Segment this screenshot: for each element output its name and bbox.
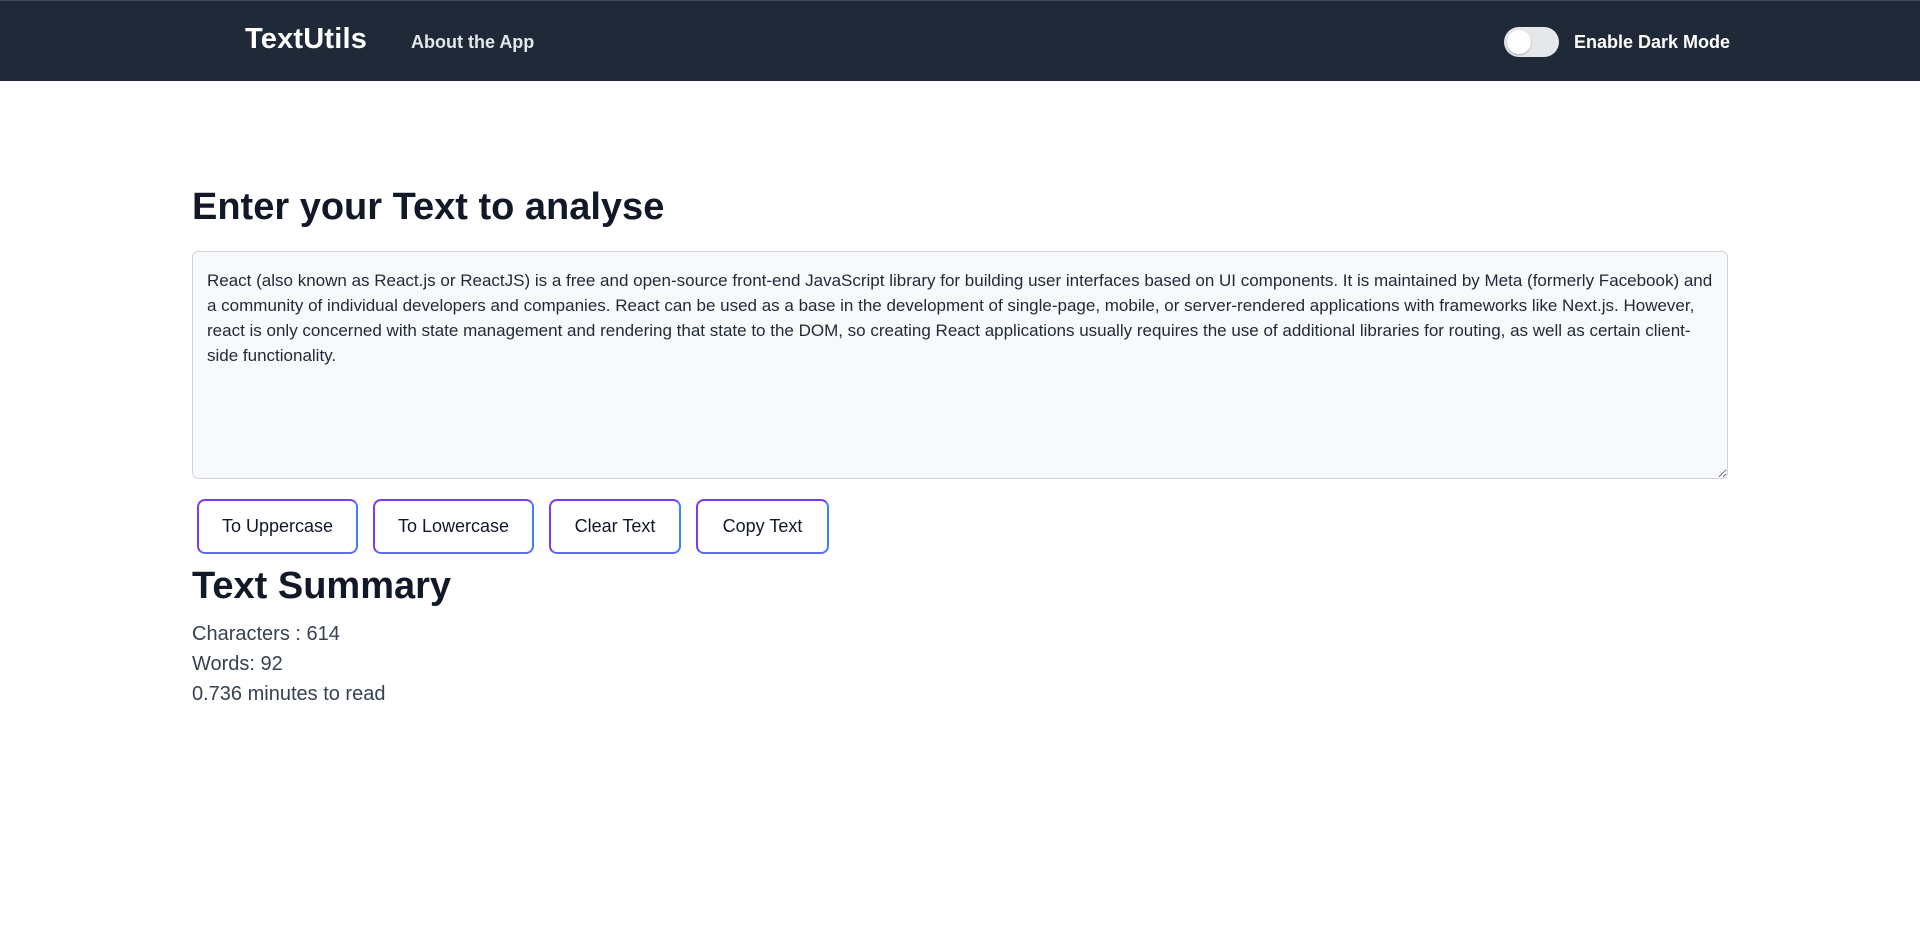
character-count: Characters : 614 (192, 623, 340, 645)
clear-text-button[interactable]: Clear Text (549, 499, 681, 554)
summary-heading: Text Summary (192, 565, 452, 607)
to-lowercase-button[interactable]: To Lowercase (373, 499, 534, 554)
dark-mode-toggle[interactable] (1504, 27, 1559, 57)
read-time: 0.736 minutes to read (192, 683, 386, 705)
page-title: Enter your Text to analyse (192, 186, 665, 228)
copy-text-button[interactable]: Copy Text (696, 499, 829, 554)
text-input[interactable] (192, 251, 1728, 479)
toggle-knob (1507, 30, 1531, 54)
word-count: Words: 92 (192, 653, 283, 675)
dark-mode-label: Enable Dark Mode (1574, 32, 1731, 52)
about-app-link[interactable]: About the App (411, 32, 534, 53)
brand-logo-link[interactable]: TextUtils (245, 23, 367, 56)
to-uppercase-button[interactable]: To Uppercase (197, 499, 358, 554)
navbar: TextUtils About the App Enable Dark Mode (0, 0, 1920, 81)
